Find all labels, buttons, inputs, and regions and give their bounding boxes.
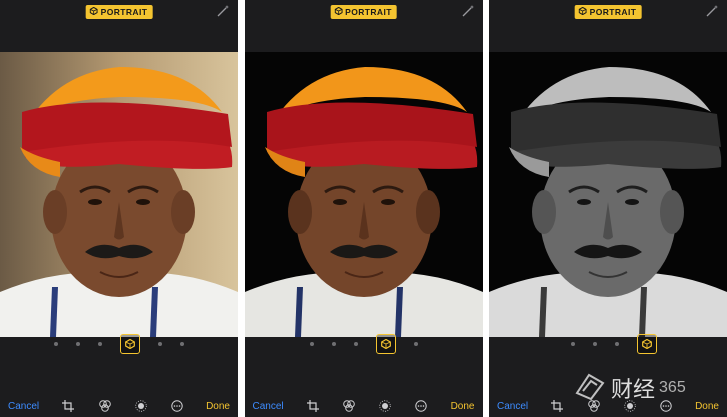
panel-stage-light-mono: PORTRAIT Cancel Done 财经 365 [489,0,727,417]
slider-dot[interactable] [615,342,619,346]
portrait-cube-icon [89,6,98,17]
slider-dot[interactable] [98,342,102,346]
portrait-cube-icon [334,6,343,17]
portrait-photo [0,52,238,337]
portrait-badge-label: PORTRAIT [589,7,637,17]
slider-dot[interactable] [54,342,58,346]
slider-dot[interactable] [331,342,336,346]
portrait-comparison-strip: PORTRAIT Cancel Done PORTRAIT Cancel Don… [0,0,727,417]
bottom-bar: Cancel Done [0,334,238,417]
site-watermark: 财经 365 [573,363,723,413]
top-bar: PORTRAIT [0,0,238,52]
slider-dot[interactable] [76,342,80,346]
lighting-cube-icon[interactable] [637,334,657,354]
magic-wand-icon[interactable] [705,4,719,18]
slider-dot[interactable] [158,342,162,346]
portrait-badge[interactable]: PORTRAIT [85,5,153,19]
portrait-lighting-slider[interactable] [0,333,238,355]
crop-rotate-icon[interactable] [306,399,320,413]
filters-icon[interactable] [98,399,112,413]
watermark-chinese-text: 财经 [611,378,656,403]
done-button[interactable]: Done [451,401,475,412]
adjust-dial-icon[interactable] [378,399,392,413]
portrait-lighting-slider[interactable] [489,333,727,355]
slider-dot[interactable] [309,342,314,346]
portrait-badge[interactable]: PORTRAIT [330,5,397,19]
slider-dot[interactable] [413,342,418,346]
panel-stage-light: PORTRAIT Cancel Done [244,0,483,417]
slider-dot[interactable] [180,342,184,346]
crop-rotate-icon[interactable] [61,399,75,413]
lighting-cube-icon[interactable] [120,334,140,354]
lighting-cube-icon[interactable] [375,334,396,354]
done-button[interactable]: Done [206,401,230,412]
slider-dot[interactable] [353,342,358,346]
portrait-badge-label: PORTRAIT [100,7,148,17]
edit-toolbar: Cancel Done [245,395,483,417]
magic-wand-icon[interactable] [216,4,230,18]
adjust-dial-icon[interactable] [134,399,148,413]
portrait-photo [489,52,727,337]
crop-rotate-icon[interactable] [550,399,564,413]
cancel-button[interactable]: Cancel [497,401,528,412]
panel-natural-light: PORTRAIT Cancel Done [0,0,238,417]
filters-icon[interactable] [342,399,356,413]
portrait-cube-icon [578,6,587,17]
watermark-logo-icon [573,369,607,408]
watermark-number: 365 [659,379,686,396]
portrait-badge[interactable]: PORTRAIT [574,5,642,19]
portrait-badge-label: PORTRAIT [345,7,392,17]
bottom-bar: Cancel Done [244,334,483,417]
magic-wand-icon[interactable] [461,4,475,18]
slider-dot[interactable] [593,342,597,346]
portrait-photo [244,52,483,337]
more-icon[interactable] [414,399,428,413]
cancel-button[interactable]: Cancel [253,401,284,412]
slider-dot[interactable] [571,342,575,346]
top-bar: PORTRAIT [489,0,727,52]
portrait-lighting-slider[interactable] [245,333,483,355]
more-icon[interactable] [170,399,184,413]
top-bar: PORTRAIT [244,0,483,52]
edit-toolbar: Cancel Done [0,395,238,417]
cancel-button[interactable]: Cancel [8,401,39,412]
